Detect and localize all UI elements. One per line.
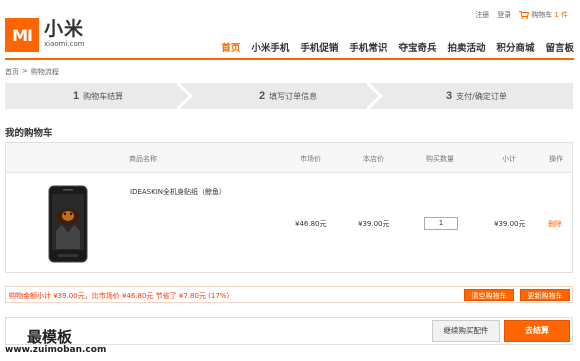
logo-text: MI [12,25,33,45]
brand-name: 小米 [44,18,85,40]
product-subtotal: ¥39.00元 [494,220,526,228]
brand-url: xiaomi.com [44,40,85,48]
col-header-store-price: 本店价 [363,155,384,163]
cart-table: 商品名称 市场价 本店价 购买数量 小计 操作 IDEASKIN全机身贴纸（鲸鱼… [5,142,573,273]
nav-item-points-mall[interactable]: 积分商城 [496,40,534,54]
step-3-label: 支付/确定订单 [456,91,507,101]
nav-divider [5,58,574,60]
login-link[interactable]: 登录 [497,10,511,20]
cart-section-title: 我的购物车 [5,128,53,139]
step-arrow-icon [177,83,193,109]
quantity-input[interactable]: 1 [424,217,458,230]
product-market-price: ¥46.80元 [295,220,327,228]
breadcrumb-separator: > [22,67,28,75]
product-store-price: ¥39.00元 [358,220,390,228]
brand: 小米 xiaomi.com [44,18,85,49]
step-2-label: 填写订单信息 [269,91,318,101]
step-1-label: 购物车结算 [83,91,124,101]
step-2: 2 填写订单信息 [259,83,317,109]
logo[interactable]: MI [5,18,39,52]
clear-cart-button[interactable]: 清空购物车 [464,289,514,301]
col-header-market-price: 市场价 [300,155,321,163]
register-link[interactable]: 注册 [475,10,489,20]
product-name[interactable]: IDEASKIN全机身贴纸（鲸鱼） [130,187,226,197]
cart-count: 1 件 [554,11,568,19]
watermark-url: www.zuimoban.com [5,345,107,355]
col-header-subtotal: 小计 [502,155,516,163]
top-links: 注册 登录 购物车 1 件 [475,10,568,20]
nav-item-home[interactable]: 首页 [221,40,240,54]
checkout-button[interactable]: 去结算 [504,320,570,342]
summary-text: 购物金额小计 ¥39.00元，比市场价 ¥46.80元 节省了 ¥7.80元 (… [9,292,230,300]
step-1-number: 1 [73,90,80,102]
nav-item-promotion[interactable]: 手机促销 [300,40,338,54]
cart-summary: 购物金额小计 ¥39.00元，比市场价 ¥46.80元 节省了 ¥7.80元 (… [5,286,573,303]
step-arrow-icon [367,83,383,109]
watermark-title: 最模板 [27,328,73,346]
main-nav: 首页 小米手机 手机促销 手机常识 夺宝奇兵 拍卖活动 积分商城 留言板 [221,40,574,54]
delete-link[interactable]: 删除 [548,219,562,229]
step-1: 1 购物车结算 [73,83,123,109]
nav-item-guestbook[interactable]: 留言板 [545,40,574,54]
shopping-cart-icon [519,11,530,19]
col-header-action: 操作 [549,155,563,163]
continue-shopping-button[interactable]: 继续购买配件 [432,320,500,342]
table-header: 商品名称 市场价 本店价 购买数量 小计 操作 [6,143,572,173]
step-3-number: 3 [446,90,453,102]
update-cart-button[interactable]: 更新购物车 [520,289,570,301]
checkout-bar: 继续购买配件 去结算 [5,317,573,345]
nav-item-auction[interactable]: 拍卖活动 [447,40,485,54]
col-header-quantity: 购买数量 [426,155,454,163]
breadcrumb-current: 购物流程 [30,68,59,76]
step-3: 3 支付/确定订单 [446,83,507,109]
cart-link[interactable]: 购物车 1 件 [519,10,568,20]
step-2-number: 2 [259,90,266,102]
cart-label: 购物车 [531,11,553,19]
breadcrumb: 首页 > 购物流程 [5,67,59,77]
nav-item-treasure[interactable]: 夺宝奇兵 [398,40,436,54]
checkout-steps: 1 购物车结算 2 填写订单信息 3 支付/确定订单 [5,83,573,109]
nav-item-xiaomi-phone[interactable]: 小米手机 [251,40,289,54]
product-image[interactable] [48,185,88,263]
col-header-name: 商品名称 [129,155,157,163]
breadcrumb-home[interactable]: 首页 [5,67,19,77]
nav-item-phone-tips[interactable]: 手机常识 [349,40,387,54]
